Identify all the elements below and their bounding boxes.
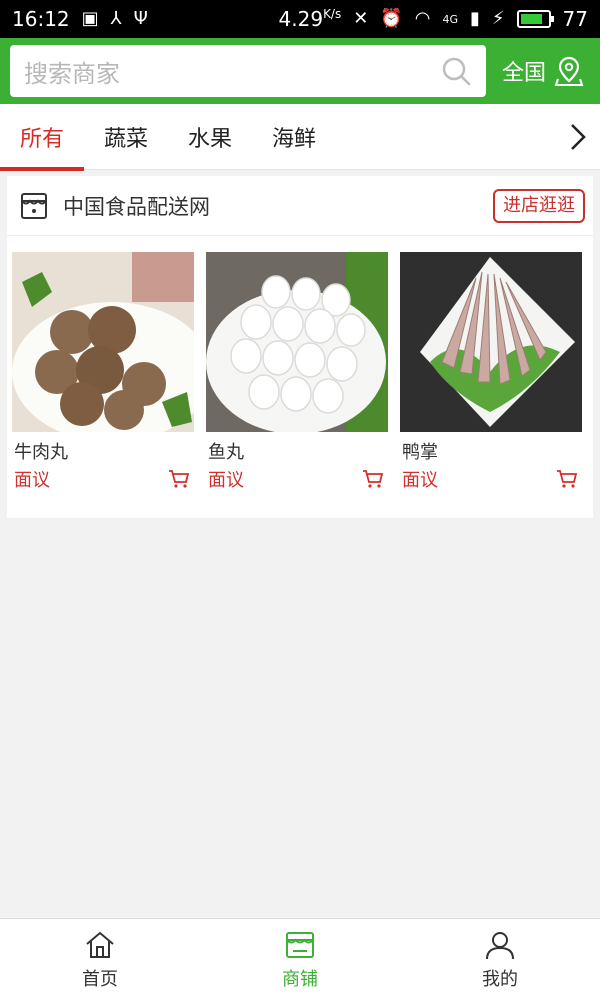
search-input[interactable]: 搜索商家 (10, 45, 486, 97)
store-icon (21, 192, 47, 219)
nav-home-label: 首页 (82, 968, 118, 990)
product-price: 面议 (14, 470, 50, 491)
product-image[interactable] (400, 252, 582, 432)
nav-mine-label: 我的 (482, 968, 518, 990)
product-name: 鱼丸 (208, 442, 244, 463)
cart-icon[interactable] (362, 469, 384, 489)
region-selector[interactable]: 全国 (502, 55, 584, 87)
usb-icon: Ψ (133, 8, 148, 29)
user-icon (486, 931, 514, 959)
product-card[interactable]: 牛肉丸 面议 (12, 252, 194, 492)
tab-seafood[interactable]: 海鲜 (252, 104, 336, 170)
product-footer: 面议 (206, 466, 388, 492)
status-time: 16:12 (12, 7, 70, 31)
home-icon (86, 931, 114, 958)
chevron-right-icon[interactable] (566, 122, 590, 152)
image-icon: ▣ (81, 8, 99, 29)
enter-store-button[interactable]: 进店逛逛 (493, 188, 585, 223)
product-price: 面议 (208, 470, 244, 491)
wifi-icon: ◠ (414, 8, 431, 29)
product-price: 面议 (402, 470, 438, 491)
product-name: 牛肉丸 (14, 442, 68, 463)
nav-shop[interactable]: 商铺 (200, 919, 400, 1000)
product-image[interactable] (206, 252, 388, 432)
network-type: 4G (442, 12, 458, 26)
product-card[interactable]: 鸭掌 面议 (400, 252, 582, 492)
mute-icon: ✕ (353, 8, 369, 29)
header: 搜索商家 全国 (0, 38, 600, 104)
status-bar: 16:12 ▣ ⅄ Ψ 4.29K/s ✕ ⏰ ◠ 4G ▮ ⚡ 77 (0, 0, 600, 38)
product-footer: 面议 (12, 466, 194, 492)
category-tabs: 所有 蔬菜 水果 海鲜 (0, 104, 600, 171)
network-speed: 4.29K/s (278, 7, 342, 31)
nav-shop-label: 商铺 (282, 968, 318, 990)
tab-vegetables[interactable]: 蔬菜 (84, 104, 168, 170)
alarm-icon: ⏰ (380, 8, 403, 29)
charging-icon: ⚡ (491, 8, 505, 29)
tab-all[interactable]: 所有 (0, 104, 84, 171)
nav-home[interactable]: 首页 (0, 919, 200, 1000)
share-icon: ⅄ (110, 8, 122, 29)
product-name: 鸭掌 (402, 442, 438, 463)
battery-level: 77 (562, 7, 588, 31)
product-card[interactable]: 鱼丸 面议 (206, 252, 388, 492)
cart-icon[interactable] (556, 469, 578, 489)
product-list: 牛肉丸 面议 鱼丸 面议 鸭掌 面议 (7, 236, 593, 492)
product-image[interactable] (12, 252, 194, 432)
product-footer: 面议 (400, 466, 582, 492)
tab-fruit[interactable]: 水果 (168, 104, 252, 170)
signal-icon: ▮ (470, 8, 480, 29)
store-name: 中国食品配送网 (63, 194, 210, 219)
shop-icon (286, 931, 314, 958)
store-card: 中国食品配送网 进店逛逛 牛肉丸 面议 鱼丸 面议 鸭掌 面议 (7, 176, 593, 518)
cart-icon[interactable] (168, 469, 190, 489)
status-left: 16:12 ▣ ⅄ Ψ (12, 7, 148, 31)
location-pin-icon (554, 56, 584, 86)
search-icon[interactable] (440, 55, 472, 87)
battery-icon (516, 10, 554, 28)
bottom-nav: 首页 商铺 我的 (0, 918, 600, 1000)
region-label: 全国 (502, 61, 547, 86)
search-placeholder: 搜索商家 (24, 59, 120, 88)
store-header: 中国食品配送网 进店逛逛 (7, 176, 593, 236)
nav-mine[interactable]: 我的 (400, 919, 600, 1000)
status-right: 4.29K/s ✕ ⏰ ◠ 4G ▮ ⚡ 77 (279, 7, 588, 31)
